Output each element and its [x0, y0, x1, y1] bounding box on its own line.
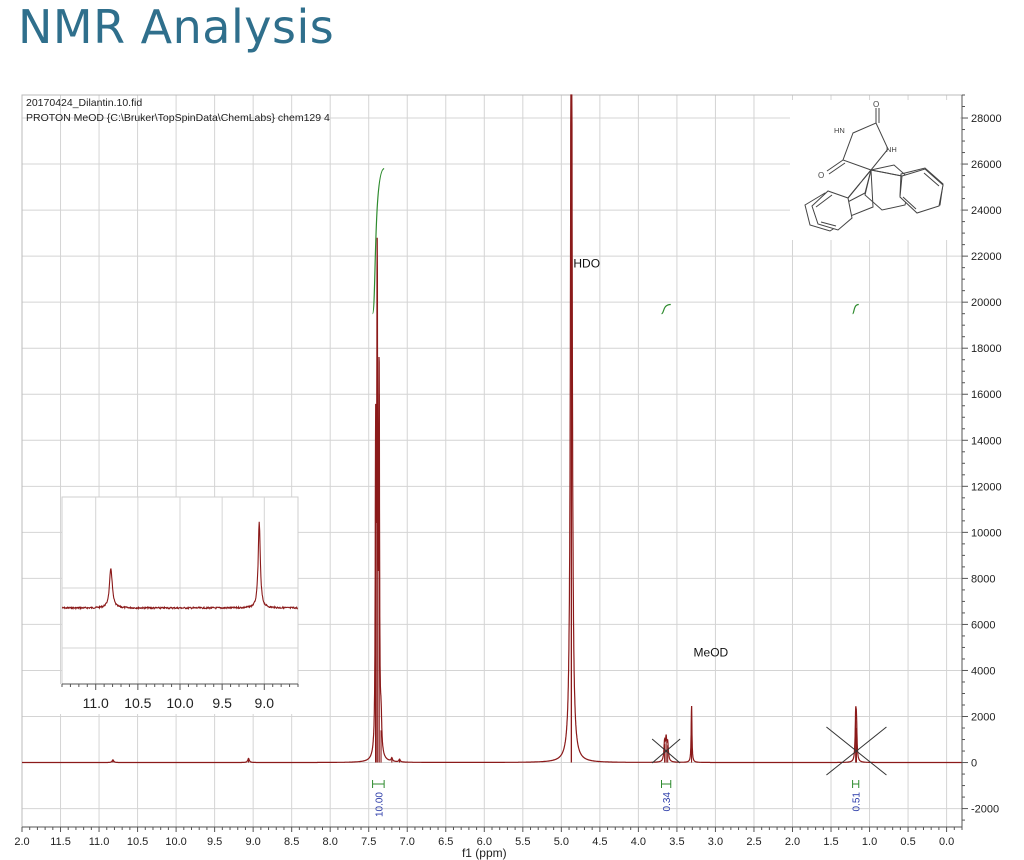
svg-text:NH: NH: [886, 145, 897, 154]
x-tick-label: 0.5: [900, 836, 915, 848]
x-tick-label: 4.5: [592, 836, 607, 848]
x-tick-label: 5.0: [554, 836, 569, 848]
x-tick-label: 1.0: [862, 836, 877, 848]
inset-tick-label: 11.0: [83, 695, 109, 711]
y-tick-label: 28000: [971, 113, 1002, 125]
y-tick-label: 10000: [971, 527, 1002, 539]
integral-curve: [852, 303, 859, 315]
y-tick-label: 14000: [971, 435, 1002, 447]
inset-tick-label: 10.5: [124, 695, 151, 711]
x-tick-label: 9.0: [245, 836, 260, 848]
x-tick-label: 7.0: [400, 836, 415, 848]
x-tick-label: 10.0: [165, 836, 186, 848]
x-tick-label: 4.0: [631, 836, 646, 848]
x-tick-label: 1.5: [823, 836, 838, 848]
x-axis-label: f1 (ppm): [462, 846, 507, 860]
x-tick-label: 5.5: [515, 836, 530, 848]
x-tick-label: 0.0: [939, 836, 954, 848]
y-tick-label: 26000: [971, 159, 1002, 171]
integral-curve: [371, 168, 385, 315]
peak-label: MeOD: [694, 646, 729, 660]
y-tick-label: 12000: [971, 481, 1002, 493]
y-tick-label: 8000: [971, 573, 995, 585]
x-tick-label: 11.0: [89, 836, 110, 848]
y-tick-label: 20000: [971, 297, 1002, 309]
y-tick-label: 22000: [971, 251, 1002, 263]
y-tick-label: 6000: [971, 619, 995, 631]
y-tick-label: 18000: [971, 343, 1002, 355]
x-tick-label: 10.5: [127, 836, 148, 848]
x-tick-label: 11.5: [50, 836, 71, 848]
x-tick-label: 2.0: [14, 836, 29, 848]
svg-text:O: O: [818, 171, 824, 180]
x-tick-label: 8.5: [284, 836, 299, 848]
inset-tick-label: 10.0: [166, 695, 193, 711]
x-tick-label: 6.5: [438, 836, 453, 848]
integral-curve: [661, 303, 671, 315]
label-layer: HDO MeOD: [573, 257, 728, 660]
x-tick-label: 9.5: [207, 836, 222, 848]
header-params: PROTON MeOD {C:\Bruker\TopSpinData\ChemL…: [26, 112, 330, 124]
integral-value: 10.00: [374, 792, 385, 817]
inset-tick-label: 9.0: [255, 695, 275, 711]
x-tick-label: 3.5: [669, 836, 684, 848]
x-axis: 2.0 11.5 11.0 10.5 10.0 9.5 9.0 8.5 8.0 7.5 7.0 6.5…: [14, 826, 963, 860]
x-tick-label: 2.0: [785, 836, 800, 848]
cross-layer: [651, 726, 887, 776]
y-tick-label: 4000: [971, 665, 995, 677]
inset-tick-label: 9.5: [212, 695, 232, 711]
y-tick-label: -2000: [971, 804, 999, 816]
x-tick-label: 7.5: [361, 836, 376, 848]
y-axis: -2000 0 2000 4000 6000 8000 10000 12000 14000 160…: [961, 94, 1002, 827]
inset-chart: 11.0 10.5 10.0 9.5 9.0: [40, 496, 305, 714]
peak-label: HDO: [573, 257, 600, 271]
structure-diagram: O O HN NH: [790, 100, 960, 240]
x-tick-label: 3.0: [708, 836, 723, 848]
y-tick-label: 0: [971, 758, 977, 770]
x-tick-label: 2.5: [746, 836, 761, 848]
y-tick-label: 16000: [971, 389, 1002, 401]
nmr-spectrum-chart: 10.00 0.34 0.51 HDO MeOD -2000 0 2000 4000 6000…: [14, 94, 1002, 860]
svg-text:O: O: [873, 100, 879, 109]
svg-text:HN: HN: [834, 126, 845, 135]
header-filename: 20170424_Dilantin.10.fid: [26, 97, 142, 109]
y-tick-label: 24000: [971, 205, 1002, 217]
integral-value: 0.51: [852, 792, 863, 812]
x-tick-label: 8.0: [323, 836, 338, 848]
y-tick-label: 2000: [971, 712, 995, 724]
integral-value: 0.34: [662, 792, 673, 812]
